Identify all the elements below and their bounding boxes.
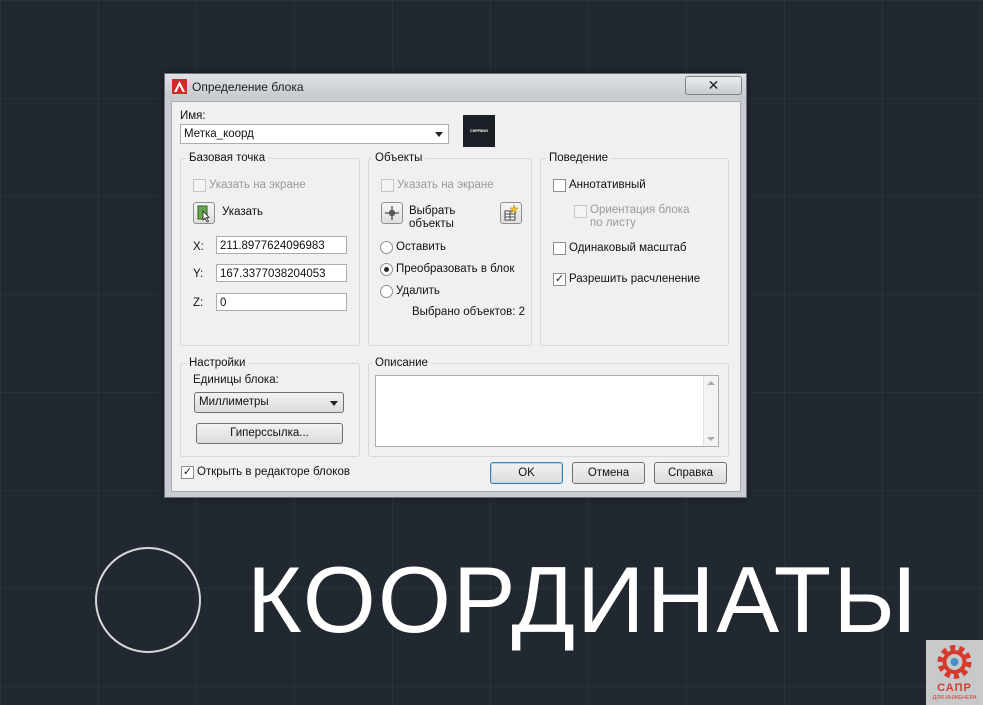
name-label: Имя: bbox=[180, 110, 206, 122]
ok-button[interactable]: OK bbox=[490, 462, 563, 484]
block-units-label: Единицы блока: bbox=[193, 374, 279, 386]
annotative-label: Аннотативный bbox=[569, 179, 646, 191]
autocad-logo-icon bbox=[172, 79, 187, 94]
description-textarea[interactable] bbox=[375, 375, 719, 447]
z-label: Z: bbox=[193, 297, 204, 309]
x-coordinate-input[interactable]: 211.8977624096983 bbox=[216, 236, 347, 254]
dialog-title: Определение блока bbox=[192, 80, 304, 94]
x-label: X: bbox=[193, 241, 204, 253]
orient-to-layout-label-line2: по листу bbox=[590, 217, 636, 229]
pick-point-label: Указать bbox=[222, 206, 264, 218]
base-specify-on-screen-checkbox[interactable] bbox=[193, 179, 206, 192]
orient-to-layout-checkbox[interactable] bbox=[574, 205, 587, 218]
objects-specify-on-screen-checkbox[interactable] bbox=[381, 179, 394, 192]
convert-to-block-radio[interactable] bbox=[380, 263, 393, 276]
settings-title: Настройки bbox=[186, 357, 249, 369]
base-point-title: Базовая точка bbox=[186, 152, 269, 164]
selected-objects-count: Выбрано объектов: 2 bbox=[412, 306, 526, 318]
cancel-button[interactable]: Отмена bbox=[572, 462, 645, 484]
open-in-block-editor-checkbox[interactable]: ✓ bbox=[181, 466, 194, 479]
retain-radio[interactable] bbox=[380, 241, 393, 254]
y-coordinate-input[interactable]: 167.3377038204053 bbox=[216, 264, 347, 282]
block-definition-dialog: Определение блока ✕ Имя: Метка_коорд CSP… bbox=[164, 73, 747, 498]
open-in-block-editor-label: Открыть в редакторе блоков bbox=[197, 466, 350, 478]
objects-specify-on-screen-label: Указать на экране bbox=[397, 179, 494, 191]
scroll-down-icon[interactable] bbox=[707, 437, 715, 441]
select-objects-button[interactable] bbox=[381, 202, 403, 224]
drawing-text-coordinates[interactable]: КООРДИНАТЫ bbox=[247, 545, 918, 655]
base-specify-on-screen-label: Указать на экране bbox=[209, 179, 306, 191]
allow-explode-label: Разрешить расчленение bbox=[569, 273, 701, 285]
pick-point-button[interactable] bbox=[193, 202, 215, 224]
annotative-checkbox[interactable] bbox=[553, 179, 566, 192]
description-title: Описание bbox=[372, 357, 431, 369]
uniform-scale-label: Одинаковый масштаб bbox=[569, 242, 687, 254]
block-units-select[interactable]: Миллиметры bbox=[194, 392, 344, 413]
behavior-title: Поведение bbox=[546, 152, 612, 164]
dialog-client-area: Имя: Метка_коорд CSPRING Базовая точка У… bbox=[171, 101, 741, 492]
dialog-titlebar[interactable]: Определение блока ✕ bbox=[165, 74, 746, 99]
crosshair-icon bbox=[385, 206, 399, 220]
preview-text: CSPRING bbox=[469, 128, 489, 133]
objects-title: Объекты bbox=[372, 152, 426, 164]
gear-icon bbox=[937, 645, 972, 679]
allow-explode-checkbox[interactable]: ✓ bbox=[553, 273, 566, 286]
block-units-value: Миллиметры bbox=[199, 396, 269, 408]
orient-to-layout-label-line1: Ориентация блока bbox=[590, 204, 690, 216]
uniform-scale-checkbox[interactable] bbox=[553, 242, 566, 255]
retain-label: Оставить bbox=[396, 241, 447, 253]
drawing-circle[interactable] bbox=[95, 547, 201, 653]
pick-point-icon bbox=[197, 205, 210, 223]
description-scrollbar[interactable] bbox=[703, 376, 718, 446]
select-objects-label-line2: объекты bbox=[409, 218, 454, 230]
scroll-up-icon[interactable] bbox=[707, 381, 715, 385]
close-button[interactable]: ✕ bbox=[685, 76, 742, 95]
delete-radio[interactable] bbox=[380, 285, 393, 298]
delete-label: Удалить bbox=[396, 285, 440, 297]
convert-to-block-label: Преобразовать в блок bbox=[396, 263, 515, 275]
block-name-combobox[interactable]: Метка_коорд bbox=[180, 124, 449, 144]
chevron-down-icon bbox=[330, 401, 338, 406]
watermark-subtitle: ДЛЯ ИНЖЕНЕРА bbox=[932, 695, 977, 701]
help-button[interactable]: Справка bbox=[654, 462, 727, 484]
y-label: Y: bbox=[193, 268, 204, 280]
z-coordinate-input[interactable]: 0 bbox=[216, 293, 347, 311]
chevron-down-icon[interactable] bbox=[435, 132, 443, 137]
block-name-value: Метка_коорд bbox=[184, 128, 254, 140]
watermark-title: САПР bbox=[937, 682, 972, 694]
quick-select-button[interactable] bbox=[500, 202, 522, 224]
hyperlink-button[interactable]: Гиперссылка... bbox=[196, 423, 343, 444]
select-objects-label-line1: Выбрать bbox=[409, 205, 456, 217]
watermark-logo: САПР ДЛЯ ИНЖЕНЕРА bbox=[926, 640, 983, 705]
block-preview: CSPRING bbox=[463, 115, 495, 147]
quick-select-icon bbox=[504, 204, 519, 221]
